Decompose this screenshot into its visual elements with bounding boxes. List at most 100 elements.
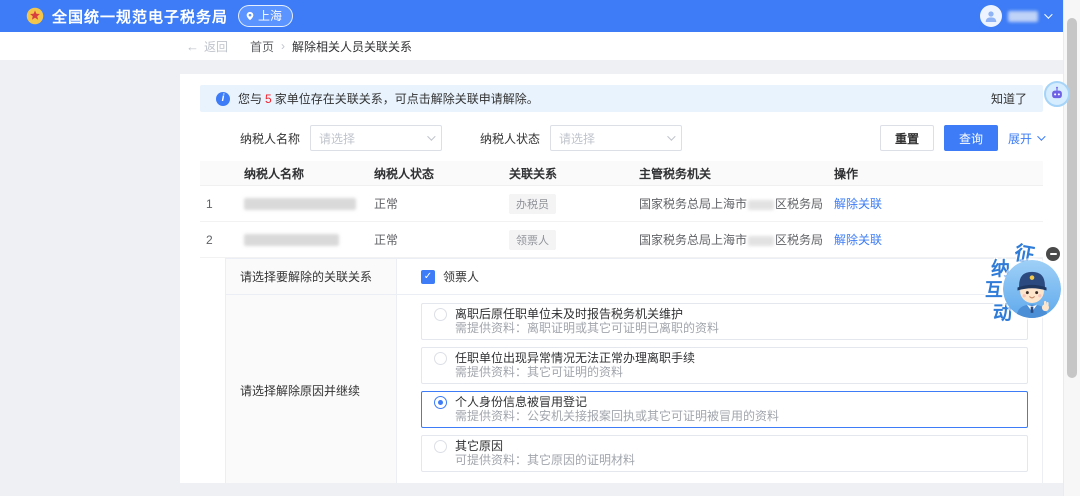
reason-option[interactable]: 离职后原任职单位未及时报告税务机关维护 需提供资料：离职证明或其它可证明已离职的… bbox=[421, 303, 1028, 340]
authority-cell: 国家税务总局上海市 区税务局 bbox=[639, 231, 834, 248]
relation-cell: 领票人 bbox=[509, 229, 639, 250]
avatar[interactable] bbox=[980, 5, 1002, 27]
taxpayer-status: 正常 bbox=[374, 197, 399, 211]
reason-desc: 需提供资料：其它可证明的资料 bbox=[455, 365, 624, 379]
breadcrumb: 返回 首页 › 解除相关人员关联关系 bbox=[0, 32, 1080, 60]
reason-title: 离职后原任职单位未及时报告税务机关维护 bbox=[455, 307, 684, 321]
content-card: 您与5家单位存在关联关系，可点击解除关联申请解除。 知道了 纳税人名称 请选择 … bbox=[180, 74, 1063, 483]
taxpayer-name-redacted bbox=[244, 233, 374, 247]
authority-prefix: 国家税务总局上海市 bbox=[639, 233, 748, 247]
chevron-down-icon bbox=[1044, 10, 1053, 19]
col-authority: 主管税务机关 bbox=[639, 166, 712, 181]
taxpayer-status-select[interactable]: 请选择 bbox=[550, 125, 683, 151]
taxpayer-status-label: 纳税人状态 bbox=[480, 131, 541, 146]
breadcrumb-separator: › bbox=[281, 39, 286, 53]
chat-robot-button[interactable] bbox=[1044, 81, 1070, 107]
banner-text: 您与 5 家单位存在关联关系，可点击解除关联申请解除。 bbox=[238, 90, 539, 107]
taxpayer-status: 正常 bbox=[374, 233, 399, 247]
chevron-down-icon bbox=[427, 132, 436, 141]
location-pin-icon bbox=[246, 11, 254, 20]
table-header: 纳税人名称 纳税人状态 关联关系 主管税务机关 操作 bbox=[200, 161, 1043, 186]
filter-bar: 纳税人名称 请选择 纳税人状态 请选择 重置 查询 展开 bbox=[200, 125, 1046, 151]
reason-desc: 需提供资料：公安机关接报案回执或其它可证明被冒用的资料 bbox=[455, 409, 780, 423]
taxpayer-name-select[interactable]: 请选择 bbox=[310, 125, 443, 151]
relation-checkbox-label: 领票人 bbox=[443, 270, 480, 284]
authority-redacted bbox=[748, 199, 775, 210]
taxpayer-status-placeholder: 请选择 bbox=[559, 131, 596, 146]
reason-select-label: 请选择解除原因并继续 bbox=[226, 295, 397, 483]
query-button[interactable]: 查询 bbox=[943, 125, 998, 151]
expand-button[interactable]: 展开 bbox=[1007, 130, 1046, 147]
interaction-widget[interactable]: 征 纳 互 动 bbox=[985, 238, 1065, 343]
app-header: 全国统一规范电子税务局 上海 bbox=[0, 0, 1080, 32]
back-label: 返回 bbox=[204, 39, 229, 54]
relation-table: 纳税人名称 纳税人状态 关联关系 主管税务机关 操作 1 正常 办税员 国家税务… bbox=[200, 161, 1043, 258]
back-button[interactable]: 返回 bbox=[186, 38, 228, 55]
reason-option-header: 个人身份信息被冒用登记 bbox=[434, 396, 1015, 409]
taxpayer-name-placeholder: 请选择 bbox=[319, 131, 356, 146]
location-label: 上海 bbox=[258, 9, 283, 23]
reason-option-header: 任职单位出现异常情况无法正常办理离职手续 bbox=[434, 352, 1015, 365]
banner-text-suffix: 家单位存在关联关系，可点击解除关联申请解除。 bbox=[274, 92, 539, 106]
authority-redacted bbox=[748, 235, 775, 246]
user-icon bbox=[985, 11, 997, 22]
banner-text-prefix: 您与 bbox=[238, 92, 263, 106]
info-banner: 您与5家单位存在关联关系，可点击解除关联申请解除。 知道了 bbox=[200, 85, 1043, 112]
reason-option-header: 其它原因 bbox=[434, 440, 1015, 453]
tax-officer-mascot-icon[interactable] bbox=[1003, 260, 1061, 318]
back-arrow-icon bbox=[186, 40, 199, 53]
reason-option-header: 离职后原任职单位未及时报告税务机关维护 bbox=[434, 308, 1015, 321]
col-taxpayer-name: 纳税人名称 bbox=[244, 166, 305, 181]
radio-icon bbox=[434, 396, 447, 409]
scrollbar-thumb[interactable] bbox=[1067, 18, 1077, 378]
user-name-redacted bbox=[1008, 10, 1038, 22]
authority-cell: 国家税务总局上海市 区税务局 bbox=[639, 195, 834, 212]
robot-icon bbox=[1052, 86, 1062, 99]
reason-desc: 可提供资料：其它原因的证明材料 bbox=[455, 453, 636, 467]
taxpayer-name-redacted bbox=[244, 197, 374, 211]
unbind-link[interactable]: 解除关联 bbox=[834, 233, 882, 247]
radio-icon bbox=[434, 440, 447, 453]
unbind-link[interactable]: 解除关联 bbox=[834, 197, 882, 211]
taxpayer-status-filter: 纳税人状态 请选择 bbox=[480, 125, 683, 151]
banner-count: 5 bbox=[265, 92, 272, 106]
relation-tag: 领票人 bbox=[509, 229, 556, 250]
reason-title: 个人身份信息被冒用登记 bbox=[455, 395, 588, 409]
reason-title: 任职单位出现异常情况无法正常办理离职手续 bbox=[455, 351, 696, 365]
authority-suffix: 区税务局 bbox=[775, 197, 824, 211]
col-action: 操作 bbox=[834, 166, 859, 181]
reason-option[interactable]: 其它原因 可提供资料：其它原因的证明材料 bbox=[421, 435, 1028, 472]
chevron-down-icon bbox=[1037, 132, 1046, 141]
reason-option-selected[interactable]: 个人身份信息被冒用登记 需提供资料：公安机关接报案回执或其它可证明被冒用的资料 bbox=[421, 391, 1028, 428]
col-taxpayer-status: 纳税人状态 bbox=[374, 166, 435, 181]
national-emblem-icon bbox=[26, 7, 44, 25]
reset-button[interactable]: 重置 bbox=[879, 125, 934, 151]
minimize-widget-button[interactable] bbox=[1046, 247, 1060, 261]
chevron-down-icon bbox=[667, 132, 676, 141]
relation-cell: 办税员 bbox=[509, 193, 639, 214]
app-title: 全国统一规范电子税务局 bbox=[52, 8, 229, 26]
main-area: 您与5家单位存在关联关系，可点击解除关联申请解除。 知道了 纳税人名称 请选择 … bbox=[0, 60, 1080, 496]
scrollbar[interactable] bbox=[1063, 0, 1080, 496]
row-index: 2 bbox=[206, 232, 213, 247]
table-row: 2 正常 领票人 国家税务总局上海市 区税务局 解除关联 bbox=[200, 222, 1043, 258]
table-row: 1 正常 办税员 国家税务总局上海市 区税务局 解除关联 bbox=[200, 186, 1043, 222]
radio-icon bbox=[434, 308, 447, 321]
breadcrumb-home[interactable]: 首页 bbox=[250, 38, 274, 55]
location-badge[interactable]: 上海 bbox=[238, 5, 294, 27]
relation-checkbox[interactable] bbox=[421, 269, 435, 284]
unbind-detail-panel: 请选择要解除的关联关系 领票人 请选择解除原因并继续 离职后原任职单位未及时报告… bbox=[225, 258, 1043, 483]
banner-dismiss-button[interactable]: 知道了 bbox=[991, 90, 1027, 107]
expand-label: 展开 bbox=[1007, 131, 1032, 146]
breadcrumb-current: 解除相关人员关联关系 bbox=[292, 39, 413, 54]
relation-tag: 办税员 bbox=[509, 193, 556, 214]
action-cell: 解除关联 bbox=[834, 195, 1043, 212]
radio-icon bbox=[434, 352, 447, 365]
taxpayer-name-label: 纳税人名称 bbox=[240, 131, 301, 146]
col-relation: 关联关系 bbox=[509, 166, 558, 181]
info-icon bbox=[216, 91, 230, 106]
user-menu[interactable] bbox=[980, 5, 1053, 27]
reason-title: 其它原因 bbox=[455, 439, 504, 453]
authority-prefix: 国家税务总局上海市 bbox=[639, 197, 748, 211]
reason-option[interactable]: 任职单位出现异常情况无法正常办理离职手续 需提供资料：其它可证明的资料 bbox=[421, 347, 1028, 384]
